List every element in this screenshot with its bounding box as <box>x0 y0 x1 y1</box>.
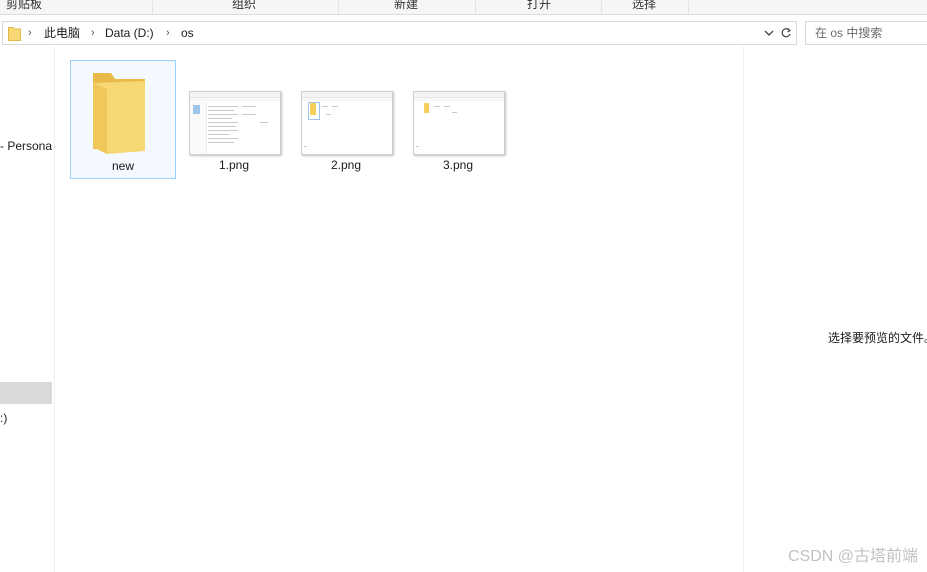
file-name: 2.png <box>330 158 362 172</box>
address-row: › 此电脑 › Data (D:) › os 在 os 中搜索 <box>0 19 927 46</box>
ribbon: 剪贴板 组织 新建 打开 选择 <box>0 0 927 15</box>
preview-message: 选择要预览的文件。 <box>828 331 927 345</box>
file-item-3-png[interactable]: 3.png <box>406 60 510 177</box>
folder-icon <box>8 27 21 41</box>
image-thumbnail <box>413 91 505 155</box>
file-item-2-png[interactable]: 2.png <box>294 60 398 177</box>
chevron-right-icon[interactable]: › <box>166 25 170 41</box>
nav-item-personal[interactable]: - Persona <box>0 138 52 154</box>
ribbon-group-organize[interactable]: 组织 <box>210 0 278 14</box>
address-bar[interactable]: › 此电脑 › Data (D:) › os <box>2 21 778 45</box>
chevron-right-icon[interactable]: › <box>91 25 95 41</box>
nav-item-drive[interactable]: :) <box>0 410 7 426</box>
file-item-1-png[interactable]: 1.png <box>182 60 286 177</box>
ribbon-group-select[interactable]: 选择 <box>610 0 678 14</box>
file-list: new 1.png 2.png 3.png <box>55 46 743 572</box>
ribbon-separator <box>475 0 476 14</box>
ribbon-separator <box>338 0 339 14</box>
ribbon-group-clipboard[interactable]: 剪贴板 <box>0 0 48 14</box>
breadcrumb-data-drive[interactable]: Data (D:) <box>105 25 154 41</box>
ribbon-group-open[interactable]: 打开 <box>505 0 573 14</box>
search-input[interactable]: 在 os 中搜索 <box>805 21 927 45</box>
file-item-new-folder[interactable]: new <box>70 60 176 179</box>
image-thumbnail <box>189 91 281 155</box>
chevron-right-icon[interactable]: › <box>28 25 32 41</box>
ribbon-group-new[interactable]: 新建 <box>372 0 440 14</box>
file-name: new <box>111 159 134 173</box>
breadcrumb-this-pc[interactable]: 此电脑 <box>44 25 80 41</box>
nav-selected-item[interactable] <box>0 382 52 404</box>
refresh-icon <box>781 28 792 38</box>
file-name: 1.png <box>218 158 250 172</box>
ribbon-separator <box>601 0 602 14</box>
ribbon-separator <box>152 0 153 14</box>
file-name: 3.png <box>442 158 474 172</box>
folder-icon <box>93 73 145 154</box>
navigation-pane: - Persona :) <box>0 46 54 572</box>
preview-divider[interactable] <box>743 46 744 572</box>
chevron-down-icon[interactable] <box>763 27 775 39</box>
image-thumbnail <box>301 91 393 155</box>
ribbon-separator <box>688 0 689 14</box>
search-placeholder: 在 os 中搜索 <box>815 26 883 40</box>
breadcrumb-os[interactable]: os <box>181 25 194 41</box>
watermark: CSDN @古塔前端 <box>788 548 919 565</box>
refresh-button[interactable] <box>776 21 797 45</box>
